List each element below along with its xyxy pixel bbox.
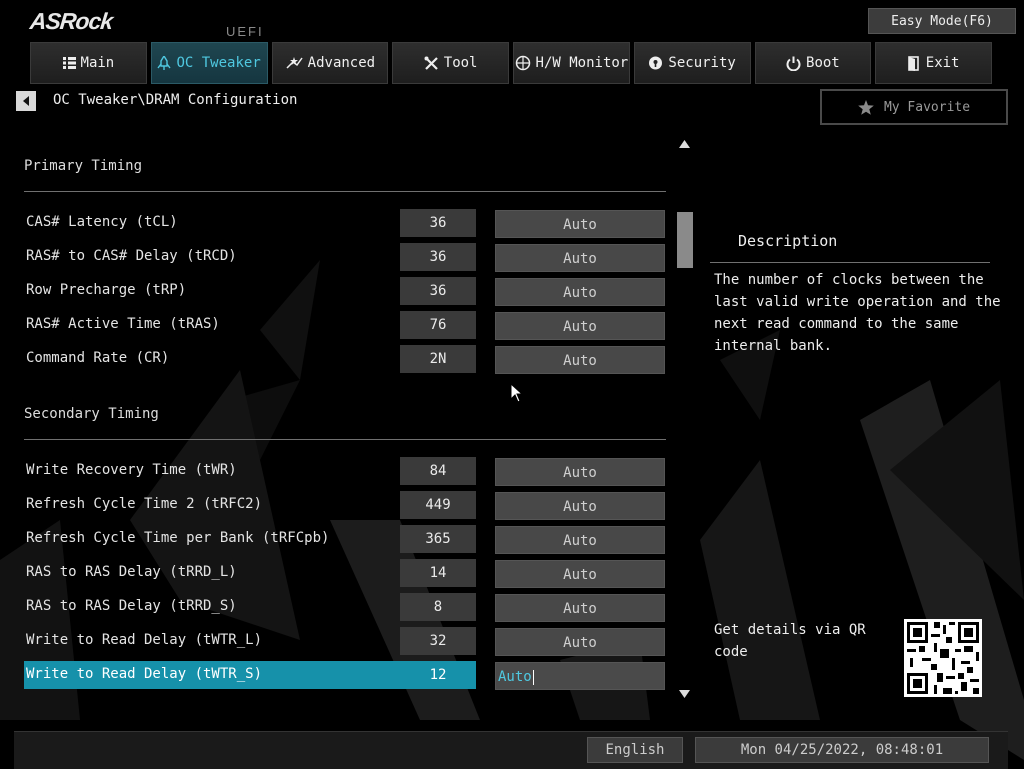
back-button[interactable]: [16, 91, 36, 111]
row-label-trcd[interactable]: RAS# to CAS# Delay (tRCD): [26, 248, 237, 264]
row-setting-tras[interactable]: Auto: [495, 312, 665, 340]
row-setting-twr[interactable]: Auto: [495, 458, 665, 486]
power-icon: [786, 56, 801, 71]
row-setting-cr[interactable]: Auto: [495, 346, 665, 374]
row-setting-twtr-l[interactable]: Auto: [495, 628, 665, 656]
uefi-label: UEFI: [226, 24, 264, 39]
row-label-trp[interactable]: Row Precharge (tRP): [26, 282, 186, 298]
chevron-left-icon: [23, 96, 29, 106]
tab-label: Main: [80, 55, 115, 71]
row-label-trfc2[interactable]: Refresh Cycle Time 2 (tRFC2): [26, 496, 262, 512]
section-title-secondary: Secondary Timing: [24, 406, 159, 422]
tab-oc-tweaker[interactable]: OC Tweaker: [150, 42, 268, 84]
rocket-icon: [157, 56, 172, 70]
tab-label: Advanced: [307, 55, 376, 71]
section-title-primary: Primary Timing: [24, 158, 143, 174]
description-text: The number of clocks between the last va…: [714, 272, 1001, 354]
tab-label: Boot: [806, 55, 840, 71]
divider: [710, 262, 990, 263]
row-value-cr: 2N: [400, 345, 476, 373]
row-value-tras: 76: [400, 311, 476, 339]
row-label-tras[interactable]: RAS# Active Time (tRAS): [26, 316, 220, 332]
row-label-twtr-l[interactable]: Write to Read Delay (tWTR_L): [26, 632, 262, 648]
breadcrumb: OC Tweaker\DRAM Configuration: [53, 92, 298, 108]
row-label-trrd-s[interactable]: RAS to RAS Delay (tRRD_S): [26, 598, 237, 614]
row-value-trrd-l: 14: [400, 559, 476, 587]
row-setting-trrd-s[interactable]: Auto: [495, 594, 665, 622]
divider: [24, 191, 666, 192]
row-label-twr[interactable]: Write Recovery Time (tWR): [26, 462, 237, 478]
row-value-twtr-l: 32: [400, 627, 476, 655]
monitor-icon: [515, 55, 530, 71]
tools-icon: [424, 56, 438, 70]
mouse-cursor-icon: [510, 383, 524, 403]
row-label-trrd-l[interactable]: RAS to RAS Delay (tRRD_L): [26, 564, 237, 580]
row-label-trfcpb[interactable]: Refresh Cycle Time per Bank (tRFCpb): [26, 530, 329, 546]
tab-hw-monitor[interactable]: H/W Monitor: [513, 42, 630, 84]
row-value-twr: 84: [400, 457, 476, 485]
row-setting-trfc2[interactable]: Auto: [495, 492, 665, 520]
qr-label: Get details via QR code: [714, 622, 866, 660]
row-label-cr[interactable]: Command Rate (CR): [26, 350, 169, 366]
tab-label: OC Tweaker: [176, 55, 261, 71]
tab-exit[interactable]: Exit: [875, 42, 992, 84]
row-label-twtr-s[interactable]: Write to Read Delay (tWTR_S): [26, 666, 262, 682]
tab-label: Security: [668, 55, 736, 71]
datetime-display: Mon 04/25/2022, 08:48:01: [695, 737, 989, 763]
my-favorite-button[interactable]: My Favorite: [820, 89, 1008, 125]
row-label-tcl[interactable]: CAS# Latency (tCL): [26, 214, 178, 230]
scroll-up-icon[interactable]: [679, 140, 690, 149]
row-setting-trrd-l[interactable]: Auto: [495, 560, 665, 588]
row-setting-twtr-s[interactable]: Auto: [495, 662, 665, 690]
row-value-trfc2: 449: [400, 491, 476, 519]
qr-code-icon: [904, 619, 982, 697]
star-icon: [286, 57, 303, 69]
main-tabs: Main OC Tweaker Advanced Tool H/W Monito…: [30, 42, 992, 84]
row-value-tcl: 36: [400, 209, 476, 237]
row-setting-tcl[interactable]: Auto: [495, 210, 665, 238]
tab-label: Tool: [443, 55, 478, 71]
row-value-trfcpb: 365: [400, 525, 476, 553]
row-setting-trp[interactable]: Auto: [495, 278, 665, 306]
tab-security[interactable]: Security: [633, 42, 751, 84]
row-value-twtr-s: 12: [429, 667, 447, 683]
row-value-trcd: 36: [400, 243, 476, 271]
asrock-logo: ASRock: [28, 8, 114, 34]
row-value-trp: 36: [400, 277, 476, 305]
row-setting-trcd[interactable]: Auto: [495, 244, 665, 272]
row-value-trrd-s: 8: [400, 593, 476, 621]
scrollbar-thumb[interactable]: [677, 212, 693, 268]
easy-mode-button[interactable]: Easy Mode(F6): [868, 8, 1016, 34]
divider: [24, 439, 666, 440]
list-icon: [62, 57, 76, 69]
shield-icon: [649, 56, 663, 70]
language-button[interactable]: English: [587, 737, 683, 763]
tab-label: Exit: [925, 55, 960, 71]
tab-main[interactable]: Main: [30, 42, 147, 84]
scroll-down-icon[interactable]: [679, 690, 690, 699]
row-setting-trfcpb[interactable]: Auto: [495, 526, 665, 554]
tab-label: H/W Monitor: [535, 55, 629, 71]
description-title: Description: [738, 232, 838, 250]
setting-input-text[interactable]: Auto: [498, 669, 532, 685]
tab-tool[interactable]: Tool: [392, 42, 509, 84]
tab-advanced[interactable]: Advanced: [271, 42, 389, 84]
star-icon: [858, 99, 874, 115]
text-caret: [532, 669, 534, 685]
exit-icon: [907, 55, 919, 71]
favorite-label: My Favorite: [883, 99, 971, 115]
tab-boot[interactable]: Boot: [754, 42, 872, 84]
